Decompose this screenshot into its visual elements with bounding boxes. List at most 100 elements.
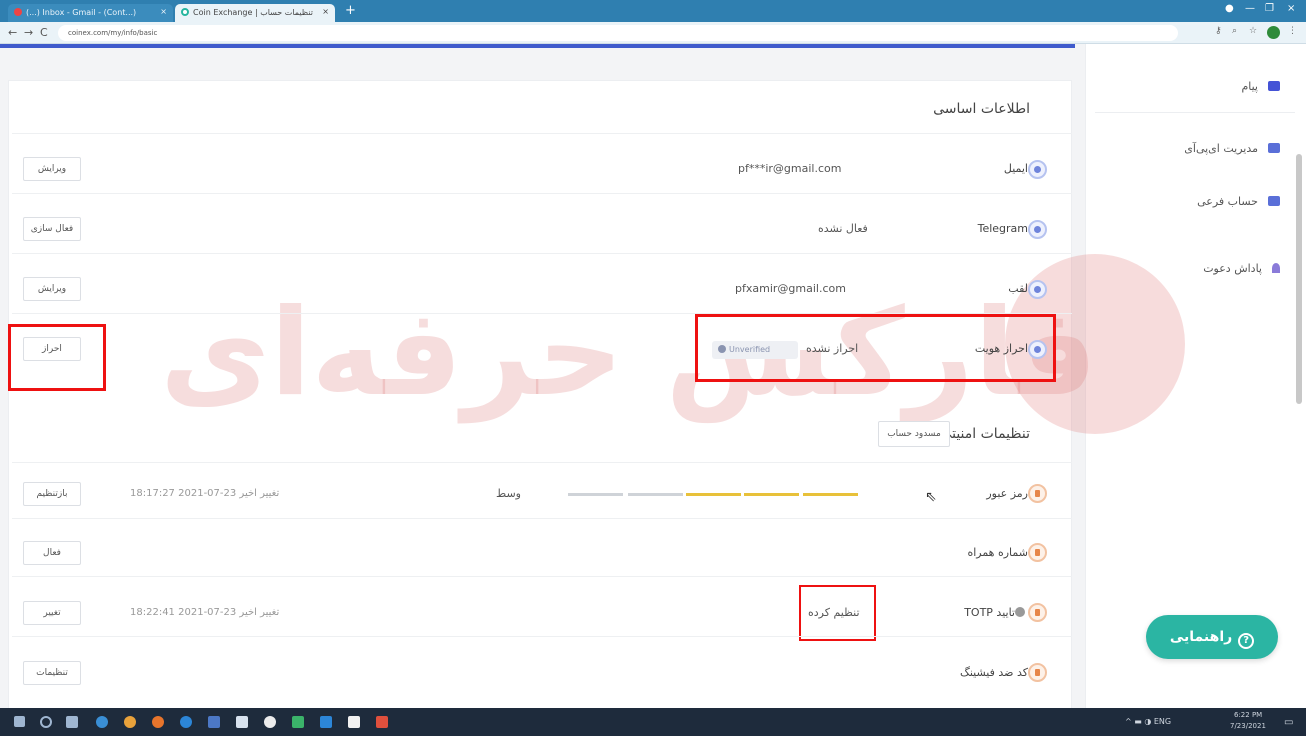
edit-email-button[interactable]: ویرایش (23, 157, 81, 181)
key-icon[interactable]: ⚷ (1215, 26, 1222, 36)
app-icon[interactable] (180, 716, 192, 728)
os-taskbar: ^ ▬ ◑ ENG 6:22 PM 7/23/2021 ▭ (0, 708, 1306, 736)
row-divider (12, 518, 1072, 519)
minimize-button[interactable]: — (1245, 3, 1255, 14)
chrome-active-icon[interactable] (264, 716, 276, 728)
address-bar-row: ← → C coinex.com/my/info/basic ⚷ ⌕ ☆ ⋮ (0, 22, 1306, 44)
email-icon (1028, 160, 1047, 179)
browser-tab-bar: (...) Inbox - Gmail - (Cont...) × Coin E… (0, 0, 1306, 22)
basic-info-title: اطلاعات اساسی (933, 101, 1030, 117)
coinex-icon (181, 8, 189, 16)
help-button[interactable]: ? راهنمایی (1146, 615, 1278, 659)
start-menu-icon[interactable] (14, 716, 25, 727)
row-divider (12, 462, 1072, 463)
email-label: ایمیل (1003, 162, 1028, 175)
password-strength-segment (686, 493, 741, 496)
edge-icon[interactable] (96, 716, 108, 728)
sidebar-item-label: پاداش دعوت (1203, 262, 1262, 275)
password-last-changed: تغییر اخیر 23-07-2021 18:17:27 (130, 488, 280, 499)
password-strength-segment (628, 493, 683, 496)
lock-icon (1028, 484, 1047, 503)
password-label: رمز عبور (986, 487, 1028, 500)
highlight-kyc-row (695, 314, 1056, 382)
sidebar-item-label: مدیریت ای‌پی‌آی (1184, 142, 1258, 155)
email-value: pf***ir@gmail.com (738, 162, 842, 175)
sidebar-item-api[interactable]: مدیریت ای‌پی‌آی (1184, 142, 1280, 155)
telegram-icon (1028, 220, 1047, 239)
enable-mobile-button[interactable]: فعال (23, 541, 81, 565)
sidebar-item-messages[interactable]: پیام (1241, 80, 1280, 93)
telegram-label: Telegram (977, 222, 1028, 235)
url-input[interactable]: coinex.com/my/info/basic (58, 25, 1178, 41)
subaccount-icon (1268, 196, 1280, 206)
file-icon[interactable] (348, 716, 360, 728)
profile-avatar[interactable] (1267, 26, 1280, 39)
profile-dot-icon: ● (1225, 3, 1234, 14)
activate-telegram-button[interactable]: فعال سازی (23, 217, 81, 241)
menu-icon[interactable]: ⋮ (1288, 26, 1297, 36)
freeze-account-button[interactable]: مسدود حساب (878, 421, 950, 447)
password-strength-segment (744, 493, 799, 496)
tab-coinex[interactable]: Coin Exchange | تنظیمات حساب × (175, 4, 335, 22)
help-icon[interactable] (1015, 607, 1025, 617)
search-icon[interactable] (40, 716, 52, 728)
password-strength-segment (803, 493, 858, 496)
app-green-icon[interactable] (292, 716, 304, 728)
totp-label: تایید TOTP (964, 606, 1028, 619)
sidebar-item-label: پیام (1241, 80, 1258, 93)
clock-time[interactable]: 6:22 PM (1234, 711, 1262, 719)
app-blue-icon[interactable] (320, 716, 332, 728)
maximize-button[interactable]: ❐ (1265, 3, 1274, 14)
gmail-icon (14, 8, 22, 16)
firefox-icon[interactable] (152, 716, 164, 728)
page-top-stripe (0, 44, 1075, 48)
tab-close-icon[interactable]: × (160, 7, 167, 16)
mouse-cursor-icon: ⇖ (925, 489, 937, 505)
photos-icon[interactable] (208, 716, 220, 728)
anti-phishing-label: کد ضد فیشینگ (960, 666, 1028, 679)
password-strength-label: وسط (496, 487, 521, 500)
sidebar-item-referral[interactable]: پاداش دعوت (1203, 262, 1280, 275)
reload-button[interactable]: C (40, 26, 48, 39)
mobile-label: شماره همراه (967, 546, 1028, 559)
tab-close-icon[interactable]: × (322, 7, 329, 16)
sidebar-item-subaccount[interactable]: حساب فرعی (1197, 195, 1280, 208)
system-tray[interactable]: ^ ▬ ◑ ENG (1125, 717, 1171, 726)
nickname-label: لقب (1008, 282, 1028, 295)
password-strength-segment (568, 493, 623, 496)
back-button[interactable]: ← (8, 26, 17, 39)
help-button-label: راهنمایی (1169, 629, 1233, 645)
zoom-icon[interactable]: ⌕ (1232, 26, 1237, 36)
app-red-icon[interactable] (376, 716, 388, 728)
clock-date[interactable]: 7/23/2021 (1230, 722, 1266, 730)
forward-button[interactable]: → (24, 26, 33, 39)
scrollbar[interactable] (1296, 154, 1302, 404)
chrome-icon[interactable] (124, 716, 136, 728)
sidebar-divider (1095, 112, 1295, 113)
sidebar-item-label: حساب فرعی (1197, 195, 1258, 208)
edit-nickname-button[interactable]: ویرایش (23, 277, 81, 301)
row-divider (12, 133, 1072, 134)
row-divider (12, 636, 1072, 637)
telegram-status: فعال نشده (818, 222, 868, 235)
tab-coinex-title: Coin Exchange | تنظیمات حساب (193, 8, 313, 17)
phone-icon (1028, 543, 1047, 562)
new-tab-button[interactable]: + (345, 3, 356, 18)
gift-icon (1272, 263, 1280, 273)
tab-gmail[interactable]: (...) Inbox - Gmail - (Cont...) × (8, 4, 173, 22)
store-icon[interactable] (236, 716, 248, 728)
shield-icon (1028, 663, 1047, 682)
row-divider (12, 193, 1072, 194)
page: پیام مدیریت ای‌پی‌آی حساب فرعی پاداش دعو… (0, 44, 1306, 708)
totp-label-text: تایید TOTP (964, 606, 1015, 619)
task-view-icon[interactable] (66, 716, 78, 728)
reset-password-button[interactable]: بازتنظیم (23, 482, 81, 506)
close-window-button[interactable]: × (1287, 3, 1295, 14)
anti-phishing-settings-button[interactable]: تنظیمات (23, 661, 81, 685)
notification-icon[interactable]: ▭ (1284, 717, 1293, 728)
row-divider (12, 253, 1072, 254)
totp-last-changed: تغییر اخیر 23-07-2021 18:22:41 (130, 607, 280, 618)
change-totp-button[interactable]: تغییر (23, 601, 81, 625)
star-icon[interactable]: ☆ (1249, 26, 1257, 36)
message-icon (1268, 81, 1280, 91)
